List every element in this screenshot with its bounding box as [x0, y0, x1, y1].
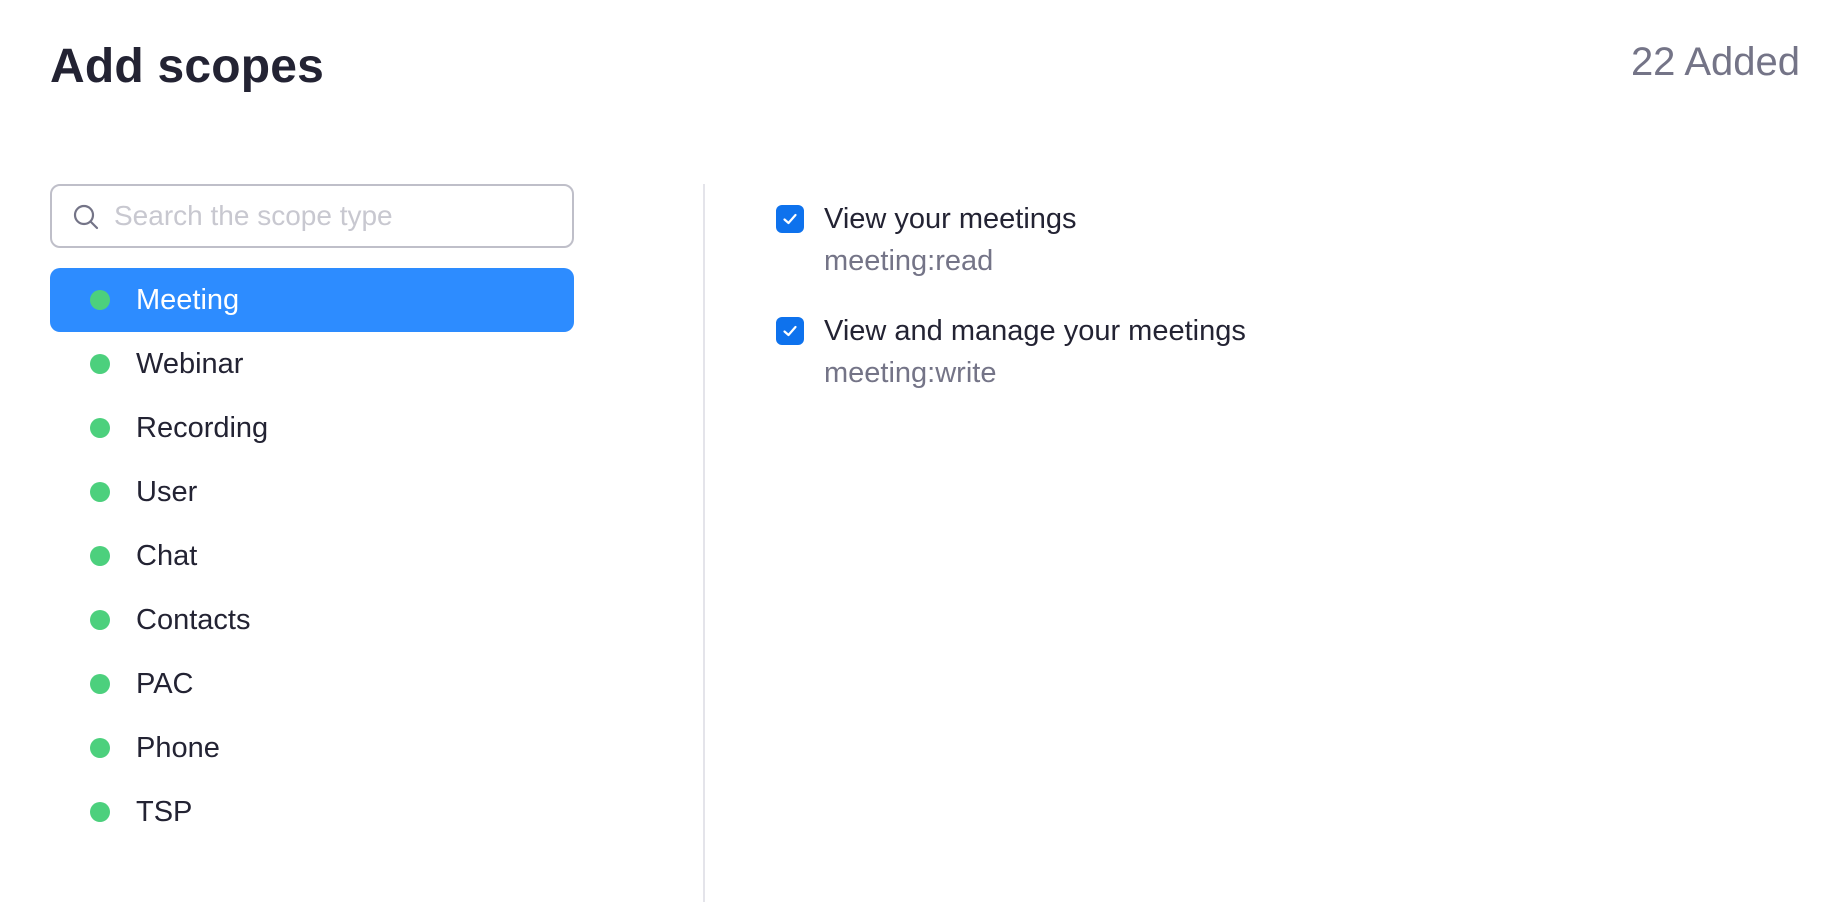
- permission-checkbox[interactable]: [776, 317, 804, 345]
- scope-item-contacts[interactable]: Contacts: [50, 588, 574, 652]
- scope-type-panel: Meeting Webinar Recording User Chat Cont…: [50, 184, 574, 844]
- status-dot-icon: [90, 546, 110, 566]
- search-icon: [73, 204, 99, 230]
- checkmark-icon: [783, 213, 797, 225]
- checkmark-icon: [783, 325, 797, 337]
- status-dot-icon: [90, 738, 110, 758]
- scope-item-label: User: [136, 476, 198, 508]
- scope-item-user[interactable]: User: [50, 460, 574, 524]
- page-title: Add scopes: [50, 40, 325, 93]
- permission-item: View and manage your meetings meeting:wr…: [776, 312, 1776, 424]
- scope-type-list: Meeting Webinar Recording User Chat Cont…: [50, 268, 574, 844]
- scope-item-pac[interactable]: PAC: [50, 652, 574, 716]
- scope-item-meeting[interactable]: Meeting: [50, 268, 574, 332]
- scope-item-recording[interactable]: Recording: [50, 396, 574, 460]
- search-box[interactable]: [50, 184, 574, 248]
- scope-item-label: Meeting: [136, 284, 240, 316]
- scope-item-tsp[interactable]: TSP: [50, 780, 574, 844]
- status-dot-icon: [90, 674, 110, 694]
- status-dot-icon: [90, 610, 110, 630]
- scope-item-label: TSP: [136, 796, 193, 828]
- permission-title: View your meetings: [824, 203, 1077, 235]
- add-scopes-page: Add scopes 22 Added Meeting Webinar Reco…: [0, 0, 1836, 902]
- status-dot-icon: [90, 482, 110, 502]
- permission-title: View and manage your meetings: [824, 315, 1246, 347]
- scope-item-label: Recording: [136, 412, 269, 444]
- scope-item-phone[interactable]: Phone: [50, 716, 574, 780]
- scope-item-label: Phone: [136, 732, 220, 764]
- status-dot-icon: [90, 802, 110, 822]
- permission-panel: View your meetings meeting:read View and…: [776, 200, 1776, 424]
- permission-code: meeting:read: [824, 245, 994, 277]
- scope-item-label: PAC: [136, 668, 194, 700]
- scope-item-label: Contacts: [136, 604, 251, 636]
- added-count: 22 Added: [1630, 40, 1800, 84]
- search-input[interactable]: [112, 199, 556, 233]
- permission-item: View your meetings meeting:read: [776, 200, 1776, 312]
- status-dot-icon: [90, 290, 110, 310]
- status-dot-icon: [90, 354, 110, 374]
- permission-checkbox[interactable]: [776, 205, 804, 233]
- scope-item-label: Webinar: [136, 348, 244, 380]
- permission-code: meeting:write: [824, 357, 997, 389]
- scope-item-webinar[interactable]: Webinar: [50, 332, 574, 396]
- panel-divider: [703, 184, 705, 902]
- status-dot-icon: [90, 418, 110, 438]
- scope-item-label: Chat: [136, 540, 198, 572]
- scope-item-chat[interactable]: Chat: [50, 524, 574, 588]
